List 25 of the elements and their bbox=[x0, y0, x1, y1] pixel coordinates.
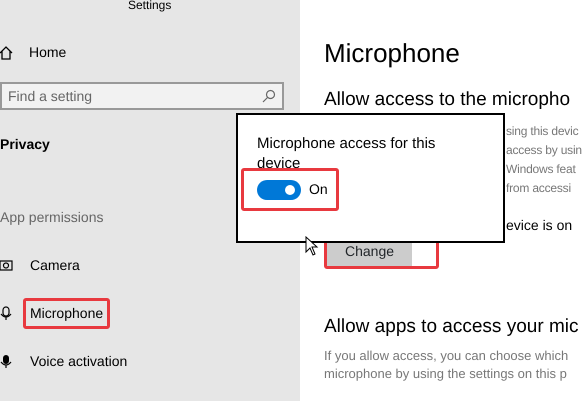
section-heading: Allow access to the micropho bbox=[324, 88, 572, 112]
home-icon bbox=[0, 44, 13, 60]
text-line: access by usin bbox=[506, 142, 583, 159]
home-link[interactable]: Home bbox=[29, 42, 66, 62]
microphone-icon bbox=[0, 306, 13, 320]
page-title: Microphone bbox=[324, 38, 461, 68]
microphone-icon bbox=[0, 354, 13, 368]
toggle-switch[interactable] bbox=[257, 180, 301, 200]
section-heading: Privacy bbox=[0, 135, 50, 154]
sidebar-item[interactable]: Voice activation bbox=[23, 346, 134, 376]
camera-icon bbox=[0, 258, 13, 272]
search-field[interactable]: Find a setting bbox=[0, 82, 284, 110]
text-line: sing this devic bbox=[506, 123, 580, 140]
paragraph: If you allow access, you can choose which microphone by using the settings on this p bbox=[324, 347, 570, 383]
text-line: Windows feat bbox=[506, 161, 577, 178]
search-icon bbox=[262, 89, 276, 103]
section-heading: Allow apps to access your mic bbox=[324, 315, 580, 339]
sidebar-item[interactable]: Camera bbox=[23, 250, 87, 280]
popup-title: Microphone access for this device bbox=[257, 134, 436, 174]
status-text: evice is on bbox=[505, 216, 574, 234]
text-line: from accessi bbox=[506, 180, 572, 197]
toggle-label: On bbox=[309, 180, 328, 199]
sidebar-item[interactable]: Microphone bbox=[23, 298, 110, 328]
window-title: Settings bbox=[127, 0, 172, 12]
group-heading: App permissions bbox=[0, 208, 104, 227]
